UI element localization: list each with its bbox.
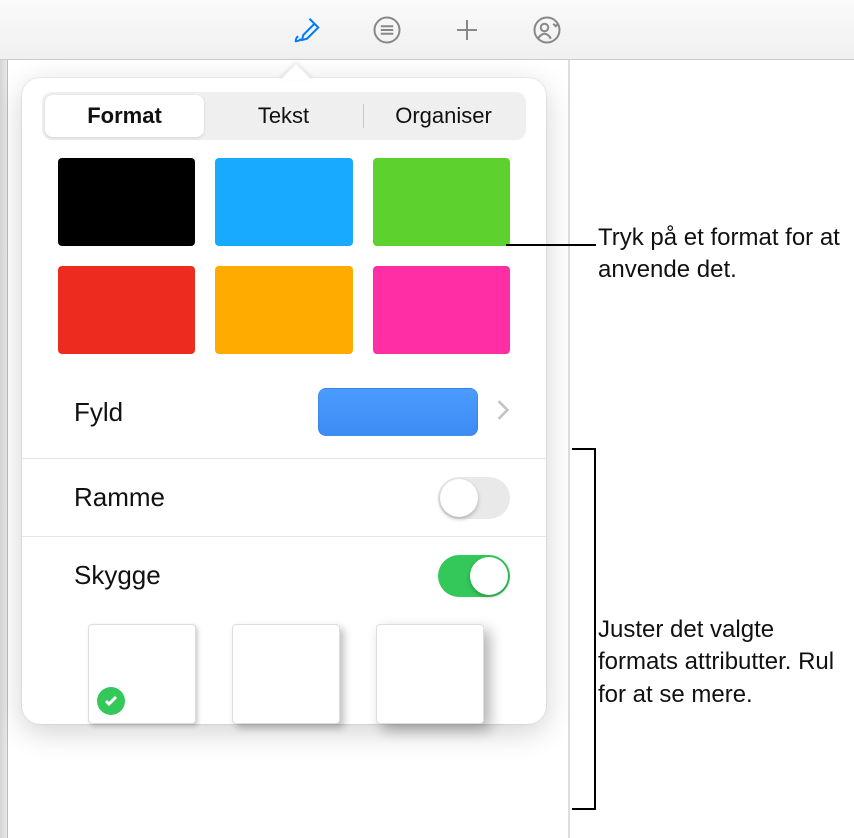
border-toggle[interactable] — [438, 477, 510, 519]
shadow-options — [22, 614, 546, 724]
border-label: Ramme — [74, 482, 438, 513]
border-row: Ramme — [22, 458, 546, 536]
shadow-option[interactable] — [88, 624, 196, 724]
fill-color-well[interactable] — [318, 388, 478, 436]
shadow-option[interactable] — [232, 624, 340, 724]
callout-text: Juster det valgte formats attributter. R… — [598, 614, 848, 711]
panel-divider — [568, 60, 570, 838]
toggle-knob — [470, 557, 508, 595]
callout-text: Tryk på et format for at anvende det. — [598, 222, 848, 287]
popover-tabs: Format Tekst Organiser — [42, 92, 526, 140]
shadow-option[interactable] — [376, 624, 484, 724]
popover-arrow — [280, 64, 312, 80]
style-swatch[interactable] — [215, 266, 352, 354]
fill-label: Fyld — [74, 397, 318, 428]
sidebar-edge — [0, 60, 8, 838]
tab-format[interactable]: Format — [45, 95, 204, 137]
style-swatch[interactable] — [215, 158, 352, 246]
toggle-knob — [440, 479, 478, 517]
style-swatch-grid — [22, 158, 546, 378]
style-swatch[interactable] — [58, 158, 195, 246]
style-swatch[interactable] — [373, 158, 510, 246]
style-swatch[interactable] — [58, 266, 195, 354]
shadow-toggle[interactable] — [438, 555, 510, 597]
add-icon[interactable] — [447, 10, 487, 50]
shadow-label: Skygge — [74, 560, 438, 591]
toolbar — [0, 0, 854, 60]
callout-bracket — [572, 448, 596, 810]
style-swatch[interactable] — [373, 266, 510, 354]
tab-text[interactable]: Tekst — [204, 95, 363, 137]
brush-icon[interactable] — [287, 10, 327, 50]
format-popover: Format Tekst Organiser Fyld Ramme Skygge — [22, 78, 546, 724]
list-icon[interactable] — [367, 10, 407, 50]
shadow-row: Skygge — [22, 536, 546, 614]
chevron-right-icon[interactable] — [496, 399, 510, 426]
callout-leader — [506, 244, 596, 246]
collaborate-icon[interactable] — [527, 10, 567, 50]
check-icon — [97, 687, 125, 715]
fill-row[interactable]: Fyld — [22, 378, 546, 458]
tab-organize[interactable]: Organiser — [364, 95, 523, 137]
